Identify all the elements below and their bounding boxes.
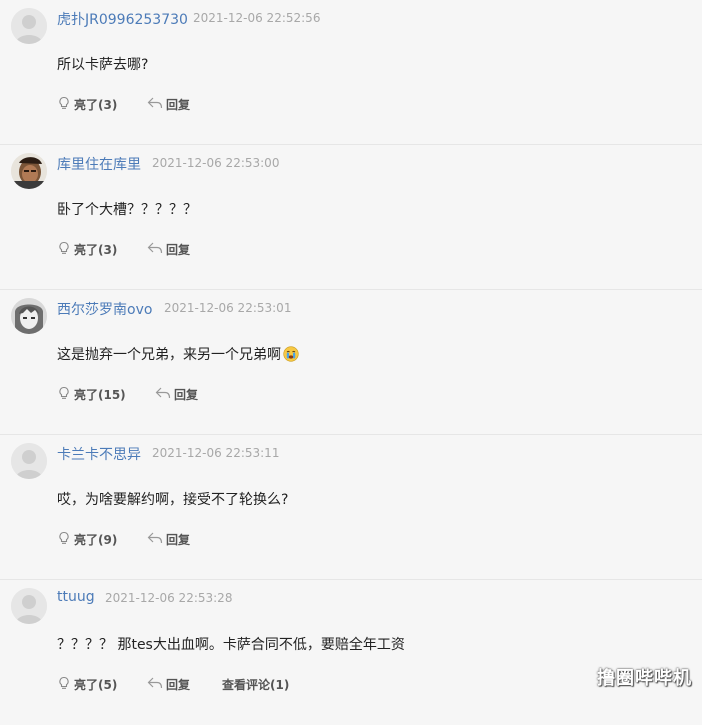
comment-text: 哎，为啥要解约啊，接受不了轮换么? [57, 492, 289, 508]
username[interactable]: 库里住在库里 [57, 154, 141, 174]
comment-item: ttuug 2021-12-06 22:53:28 ？？？？ 那tes大出血啊。… [0, 580, 702, 725]
timestamp: 2021-12-06 22:53:28 [105, 591, 233, 605]
photo-avatar-face-icon [11, 153, 47, 189]
avatar[interactable] [11, 588, 47, 624]
username[interactable]: 虎扑JR0996253730 [57, 9, 188, 29]
reply-label: 回复 [166, 242, 191, 257]
view-comments-button[interactable]: 查看评论(1) [222, 674, 289, 694]
like-button[interactable]: 亮了(9) [57, 529, 117, 549]
like-count-label: 亮了(3) [74, 242, 118, 257]
comment-text: ？？？？ 那tes大出血啊。卡萨合同不低，要赔全年工资 [57, 637, 405, 653]
comment-text-body: 这是抛弃一个兄弟，来另一个兄弟啊 [57, 347, 281, 363]
default-avatar-icon [11, 588, 47, 624]
view-comments-label: 查看评论(1) [222, 677, 290, 692]
reply-arrow-icon [147, 241, 163, 258]
timestamp: 2021-12-06 22:53:01 [164, 301, 292, 315]
timestamp: 2021-12-06 22:53:11 [152, 446, 280, 460]
like-button[interactable]: 亮了(3) [57, 94, 117, 114]
comment-item: 库里住在库里 2021-12-06 22:53:00 卧了个大槽？？？？？ 亮了… [0, 145, 702, 290]
reply-label: 回复 [174, 387, 199, 402]
lightbulb-icon [57, 241, 71, 258]
lightbulb-icon [57, 96, 71, 113]
like-button[interactable]: 亮了(5) [57, 674, 117, 694]
reply-label: 回复 [166, 97, 191, 112]
reply-button[interactable]: 回复 [147, 674, 190, 694]
reply-button[interactable]: 回复 [147, 94, 190, 114]
like-count-label: 亮了(15) [74, 387, 126, 402]
comment-text: 这是抛弃一个兄弟，来另一个兄弟啊 [57, 344, 299, 364]
comment-text: 卧了个大槽？？？？？ [57, 202, 197, 218]
default-avatar-icon [11, 8, 47, 44]
reply-arrow-icon [147, 96, 163, 113]
photo-avatar-anime-icon [11, 298, 47, 334]
comment-item: 虎扑JR0996253730 2021-12-06 22:52:56 所以卡萨去… [0, 0, 702, 145]
comment-item: 卡兰卡不思异 2021-12-06 22:53:11 哎，为啥要解约啊，接受不了… [0, 435, 702, 580]
timestamp: 2021-12-06 22:53:00 [152, 156, 280, 170]
default-avatar-icon [11, 443, 47, 479]
username[interactable]: 卡兰卡不思异 [57, 444, 141, 464]
lightbulb-icon [57, 531, 71, 548]
reply-arrow-icon [155, 386, 171, 403]
lightbulb-icon [57, 386, 71, 403]
avatar[interactable] [11, 443, 47, 479]
like-count-label: 亮了(9) [74, 532, 118, 547]
reply-arrow-icon [147, 531, 163, 548]
like-button[interactable]: 亮了(15) [57, 384, 126, 404]
avatar[interactable] [11, 8, 47, 44]
crying-emoji-icon [283, 346, 299, 362]
like-count-label: 亮了(3) [74, 97, 118, 112]
reply-label: 回复 [166, 677, 191, 692]
like-count-label: 亮了(5) [74, 677, 118, 692]
reply-button[interactable]: 回复 [147, 529, 190, 549]
username[interactable]: 西尔莎罗南ovo [57, 299, 152, 319]
reply-label: 回复 [166, 532, 191, 547]
comment-item: 西尔莎罗南ovo 2021-12-06 22:53:01 这是抛弃一个兄弟，来另… [0, 290, 702, 435]
reply-arrow-icon [147, 676, 163, 693]
like-button[interactable]: 亮了(3) [57, 239, 117, 259]
reply-button[interactable]: 回复 [155, 384, 198, 404]
lightbulb-icon [57, 676, 71, 693]
comment-text: 所以卡萨去哪? [57, 57, 149, 73]
username[interactable]: ttuug [57, 589, 95, 605]
reply-button[interactable]: 回复 [147, 239, 190, 259]
watermark: 撸圈哔哔机 [597, 668, 692, 689]
timestamp: 2021-12-06 22:52:56 [193, 11, 321, 25]
avatar[interactable] [11, 298, 47, 334]
avatar[interactable] [11, 153, 47, 189]
